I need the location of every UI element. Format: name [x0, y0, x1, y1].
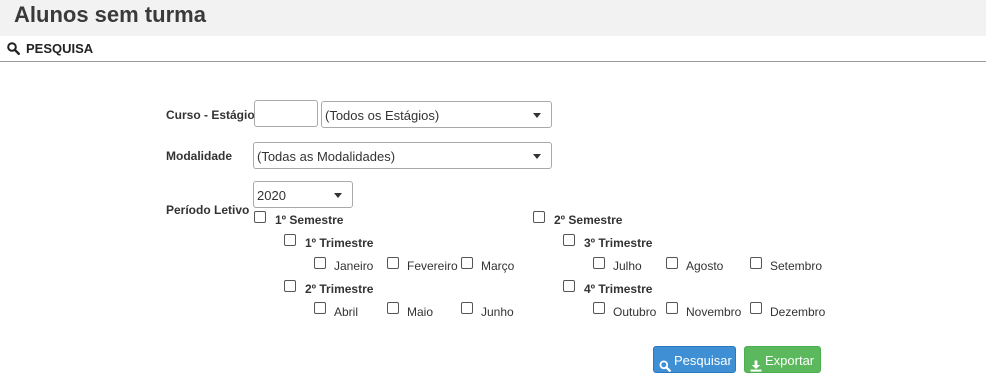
panel-heading[interactable]: PESQUISA	[0, 36, 986, 62]
label-agosto: Agosto	[686, 259, 724, 273]
checkbox-dezembro[interactable]	[750, 302, 762, 314]
export-button-label: Exportar	[765, 353, 815, 368]
label-maio: Maio	[407, 305, 434, 319]
download-icon	[750, 354, 762, 381]
chevron-down-icon	[533, 154, 541, 159]
panel-title: PESQUISA	[26, 41, 94, 56]
ano-select[interactable]: 2020	[253, 181, 353, 208]
checkbox-novembro[interactable]	[666, 302, 678, 314]
search-button[interactable]: Pesquisar	[653, 346, 736, 373]
label-1-trimestre: 1º Trimestre	[305, 236, 374, 250]
checkbox-maio[interactable]	[387, 302, 399, 314]
search-icon	[659, 354, 671, 381]
title-bar: Alunos sem turma	[0, 0, 986, 36]
label-2-trimestre: 2º Trimestre	[305, 282, 374, 296]
label-3-trimestre: 3º Trimestre	[584, 236, 653, 250]
search-icon	[7, 42, 21, 60]
estagio-select[interactable]: (Todos os Estágios)	[321, 101, 552, 128]
checkbox-marco[interactable]	[461, 257, 473, 269]
chevron-down-icon	[334, 193, 342, 198]
checkbox-4-trimestre[interactable]	[563, 280, 575, 292]
label-julho: Julho	[613, 259, 642, 273]
label-novembro: Novembro	[686, 305, 742, 319]
periodo-letivo-label: Período Letivo	[166, 203, 250, 217]
checkbox-outubro[interactable]	[593, 302, 605, 314]
checkbox-1-trimestre[interactable]	[284, 234, 296, 246]
checkbox-abril[interactable]	[314, 302, 326, 314]
label-4-trimestre: 4º Trimestre	[584, 282, 653, 296]
label-fevereiro: Fevereiro	[407, 259, 458, 273]
checkbox-fevereiro[interactable]	[387, 257, 399, 269]
label-setembro: Setembro	[770, 259, 823, 273]
ano-select-value: 2020	[257, 188, 286, 203]
search-button-label: Pesquisar	[674, 353, 732, 368]
checkbox-agosto[interactable]	[666, 257, 678, 269]
chevron-down-icon	[533, 113, 541, 118]
label-junho: Junho	[481, 305, 514, 319]
checkbox-janeiro[interactable]	[314, 257, 326, 269]
label-abril: Abril	[334, 305, 359, 319]
page-title: Alunos sem turma	[14, 2, 206, 27]
curso-estagio-label: Curso - Estágio	[166, 108, 255, 122]
modalidade-select-value: (Todas as Modalidades)	[257, 149, 396, 164]
checkbox-2-semestre[interactable]	[533, 211, 545, 223]
modalidade-select[interactable]: (Todas as Modalidades)	[253, 142, 552, 169]
checkbox-setembro[interactable]	[750, 257, 762, 269]
label-2-semestre: 2º Semestre	[554, 213, 623, 227]
checkbox-julho[interactable]	[593, 257, 605, 269]
label-marco: Março	[481, 259, 515, 273]
checkbox-1-semestre[interactable]	[254, 211, 266, 223]
checkbox-3-trimestre[interactable]	[563, 234, 575, 246]
label-janeiro: Janeiro	[334, 259, 374, 273]
label-1-semestre: 1º Semestre	[275, 213, 344, 227]
checkbox-junho[interactable]	[461, 302, 473, 314]
curso-code-input[interactable]	[254, 100, 318, 127]
export-button[interactable]: Exportar	[744, 346, 821, 373]
estagio-select-value: (Todos os Estágios)	[325, 108, 440, 123]
label-outubro: Outubro	[613, 305, 657, 319]
label-dezembro: Dezembro	[770, 305, 826, 319]
checkbox-2-trimestre[interactable]	[284, 280, 296, 292]
modalidade-label: Modalidade	[166, 149, 233, 163]
